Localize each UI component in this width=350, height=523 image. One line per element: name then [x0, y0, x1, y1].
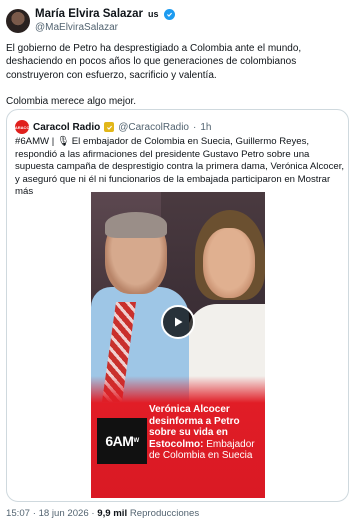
post-date[interactable]: 18 jun 2026: [39, 508, 89, 519]
verified-badge-icon: [163, 8, 175, 20]
quoted-author-name[interactable]: Caracol Radio: [33, 122, 100, 133]
play-button[interactable]: [161, 305, 195, 339]
badge-small: W: [133, 438, 139, 444]
author-block: María Elvira Salazar us @MaElviraSalazar: [35, 8, 175, 33]
post-time[interactable]: 15:07: [6, 508, 30, 519]
author-avatar[interactable]: [6, 9, 30, 33]
author-name[interactable]: María Elvira Salazar: [35, 8, 143, 20]
tweet-paragraph-1: El gobierno de Petro ha desprestigiado a…: [6, 43, 302, 81]
man-hair: [105, 212, 167, 238]
quoted-handle[interactable]: @CaracolRadio: [118, 122, 189, 133]
video-caption: Verónica Alcocer desinforma a Petro sobr…: [149, 404, 263, 462]
woman-face: [203, 228, 255, 298]
views-count: 9,9 mil: [97, 508, 128, 519]
video-player[interactable]: 6AM W Verónica Alcocer desinforma a Petro…: [91, 192, 265, 498]
quoted-header: CARACOL Caracol Radio @CaracolRadio · 1h: [12, 120, 211, 134]
tweet-paragraph-2: Colombia merece algo mejor.: [6, 96, 137, 108]
author-handle[interactable]: @MaElviraSalazar: [35, 22, 175, 33]
quoted-tweet[interactable]: CARACOL Caracol Radio @CaracolRadio · 1h…: [6, 109, 349, 502]
tweet-footer: 15:07 · 18 jun 2026 · 9,9 mil Reproducci…: [6, 508, 199, 519]
play-icon: [175, 317, 183, 327]
caracol-logo-icon[interactable]: CARACOL: [12, 120, 32, 134]
verified-org-badge-icon: [104, 122, 115, 132]
badge-text: 6AM: [105, 433, 134, 449]
quoted-dot: ·: [193, 121, 197, 133]
views-label: Reproducciones: [129, 508, 200, 519]
quoted-time[interactable]: 1h: [200, 122, 211, 133]
quoted-text: #6AMW | 🎙 El embajador de Colombia en Su…: [15, 136, 345, 198]
6am-logo-badge: 6AM W: [97, 418, 147, 464]
flag-label: us: [148, 9, 159, 19]
